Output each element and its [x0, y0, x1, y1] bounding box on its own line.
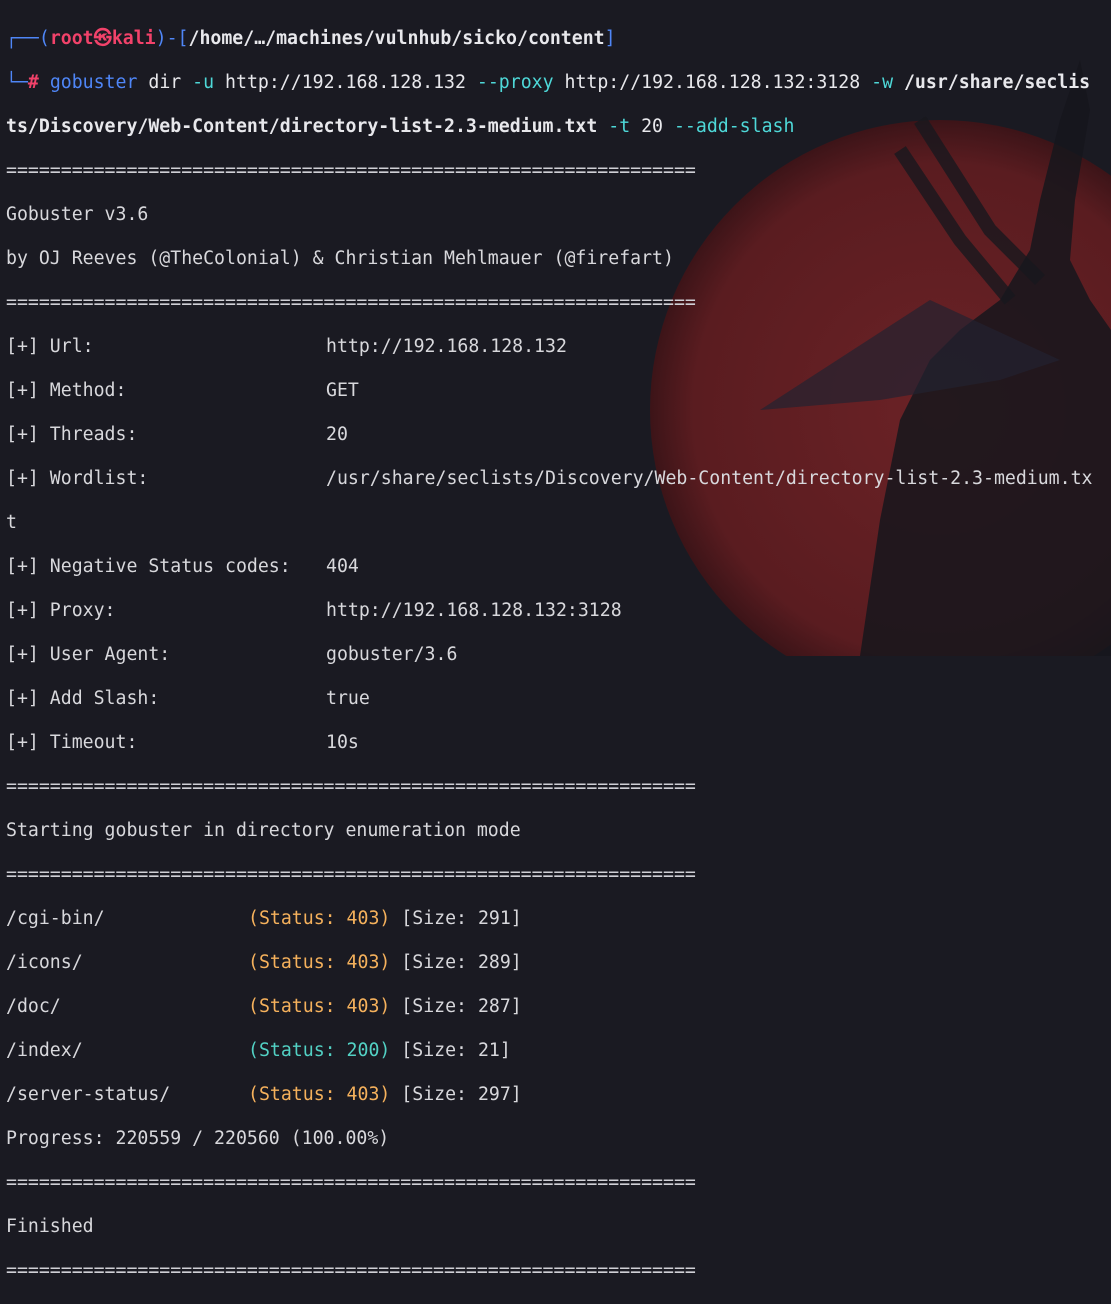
result-path: /server-status/: [6, 1084, 171, 1105]
config-wrap-text: t: [6, 512, 17, 533]
config-label: [+] Method:: [6, 380, 127, 401]
result-row: /server-status/ (Status: 403) [Size: 297]: [6, 1084, 1105, 1106]
config-row: [+] User Agent: gobuster/3.6: [6, 644, 1105, 666]
result-path: /cgi-bin/: [6, 908, 105, 929]
command-flag-proxy: --proxy: [465, 72, 554, 93]
separator-4: ========================================…: [6, 864, 696, 885]
progress-line: Progress: 220559 / 220560 (100.00%): [6, 1128, 390, 1149]
prompt-at: ㉿: [93, 28, 112, 49]
command-threads: 20: [630, 116, 664, 137]
result-size: [Size: 287]: [390, 996, 522, 1017]
prompt-user: root: [49, 28, 94, 49]
terminal-output: ┌──(root㉿kali)-[/home/…/machines/vulnhub…: [0, 0, 1111, 1304]
config-value: http://192.168.128.132: [326, 336, 567, 357]
command-flag-slash: --add-slash: [663, 116, 795, 137]
config-label: [+] User Agent:: [6, 644, 171, 665]
config-label: [+] Timeout:: [6, 732, 138, 753]
result-row: /icons/ (Status: 403) [Size: 289]: [6, 952, 1105, 974]
command-line-1: └─# gobuster dir -u http://192.168.128.1…: [6, 72, 1105, 94]
command-flag-t: -t: [597, 116, 631, 137]
result-row: /doc/ (Status: 403) [Size: 287]: [6, 996, 1105, 1018]
config-label: [+] Add Slash:: [6, 688, 160, 709]
prompt-corner-top: ┌──(: [6, 28, 50, 49]
config-value: GET: [326, 380, 359, 401]
separator-1: ========================================…: [6, 160, 696, 181]
prompt-cwd: /home/…/machines/vulnhub/sicko/content: [188, 28, 605, 49]
prompt-sep-1: )-[: [155, 28, 189, 49]
prompt-symbol: #: [27, 72, 39, 93]
command-wordlist-1: /usr/share/seclis: [893, 72, 1091, 93]
result-path: /index/: [6, 1040, 83, 1061]
separator-5: ========================================…: [6, 1172, 696, 1193]
result-size: [Size: 291]: [390, 908, 522, 929]
config-row: [+] Add Slash: true: [6, 688, 1105, 710]
result-row: /index/ (Status: 200) [Size: 21]: [6, 1040, 1105, 1062]
config-value: 404: [326, 556, 359, 577]
config-value: /usr/share/seclists/Discovery/Web-Conten…: [326, 468, 1093, 489]
config-row: [+] Method: GET: [6, 380, 1105, 402]
config-label: [+] Url:: [6, 336, 94, 357]
result-status: (Status: 200): [248, 1040, 391, 1061]
config-label: [+] Threads:: [6, 424, 138, 445]
result-status: (Status: 403): [248, 952, 391, 973]
separator-3: ========================================…: [6, 776, 696, 797]
result-size: [Size: 21]: [390, 1040, 511, 1061]
result-path: /doc/: [6, 996, 61, 1017]
config-label: [+] Wordlist:: [6, 468, 149, 489]
config-value: gobuster/3.6: [326, 644, 458, 665]
config-row: [+] Url: http://192.168.128.132: [6, 336, 1105, 358]
banner-authors: by OJ Reeves (@TheColonial) & Christian …: [6, 248, 674, 269]
prompt-line-1: ┌──(root㉿kali)-[/home/…/machines/vulnhub…: [6, 28, 1105, 50]
result-size: [Size: 289]: [390, 952, 522, 973]
prompt-corner-bottom: └─: [6, 72, 28, 93]
command-url: http://192.168.128.132: [214, 72, 466, 93]
config-row: [+] Wordlist: /usr/share/seclists/Discove…: [6, 468, 1105, 490]
config-value: true: [326, 688, 370, 709]
command-wordlist-2: ts/Discovery/Web-Content/directory-list-…: [6, 116, 598, 137]
prompt-sep-2: ]: [604, 28, 616, 49]
command-sub: dir: [137, 72, 182, 93]
result-status: (Status: 403): [248, 908, 391, 929]
config-row: [+] Threads: 20: [6, 424, 1105, 446]
prompt-host: kali: [111, 28, 156, 49]
finished-line: Finished: [6, 1216, 94, 1237]
config-label: [+] Negative Status codes:: [6, 556, 291, 577]
result-size: [Size: 297]: [390, 1084, 522, 1105]
config-row-wrap: t: [6, 512, 1105, 534]
result-status: (Status: 403): [248, 996, 391, 1017]
config-row: [+] Proxy: http://192.168.128.132:3128: [6, 600, 1105, 622]
command-proxy: http://192.168.128.132:3128: [553, 72, 861, 93]
config-row: [+] Negative Status codes: 404: [6, 556, 1105, 578]
config-row: [+] Timeout: 10s: [6, 732, 1105, 754]
command-flag-w: -w: [860, 72, 894, 93]
separator-6: ========================================…: [6, 1260, 696, 1281]
result-status: (Status: 403): [248, 1084, 391, 1105]
start-message: Starting gobuster in directory enumerati…: [6, 820, 521, 841]
config-value: 10s: [326, 732, 359, 753]
config-value: 20: [326, 424, 348, 445]
config-label: [+] Proxy:: [6, 600, 116, 621]
banner-version: Gobuster v3.6: [6, 204, 149, 225]
separator-2: ========================================…: [6, 292, 696, 313]
command-program: gobuster: [49, 72, 138, 93]
config-value: http://192.168.128.132:3128: [326, 600, 622, 621]
result-path: /icons/: [6, 952, 83, 973]
result-row: /cgi-bin/ (Status: 403) [Size: 291]: [6, 908, 1105, 930]
command-flag-u: -u: [181, 72, 215, 93]
command-line-2: ts/Discovery/Web-Content/directory-list-…: [6, 116, 1105, 138]
